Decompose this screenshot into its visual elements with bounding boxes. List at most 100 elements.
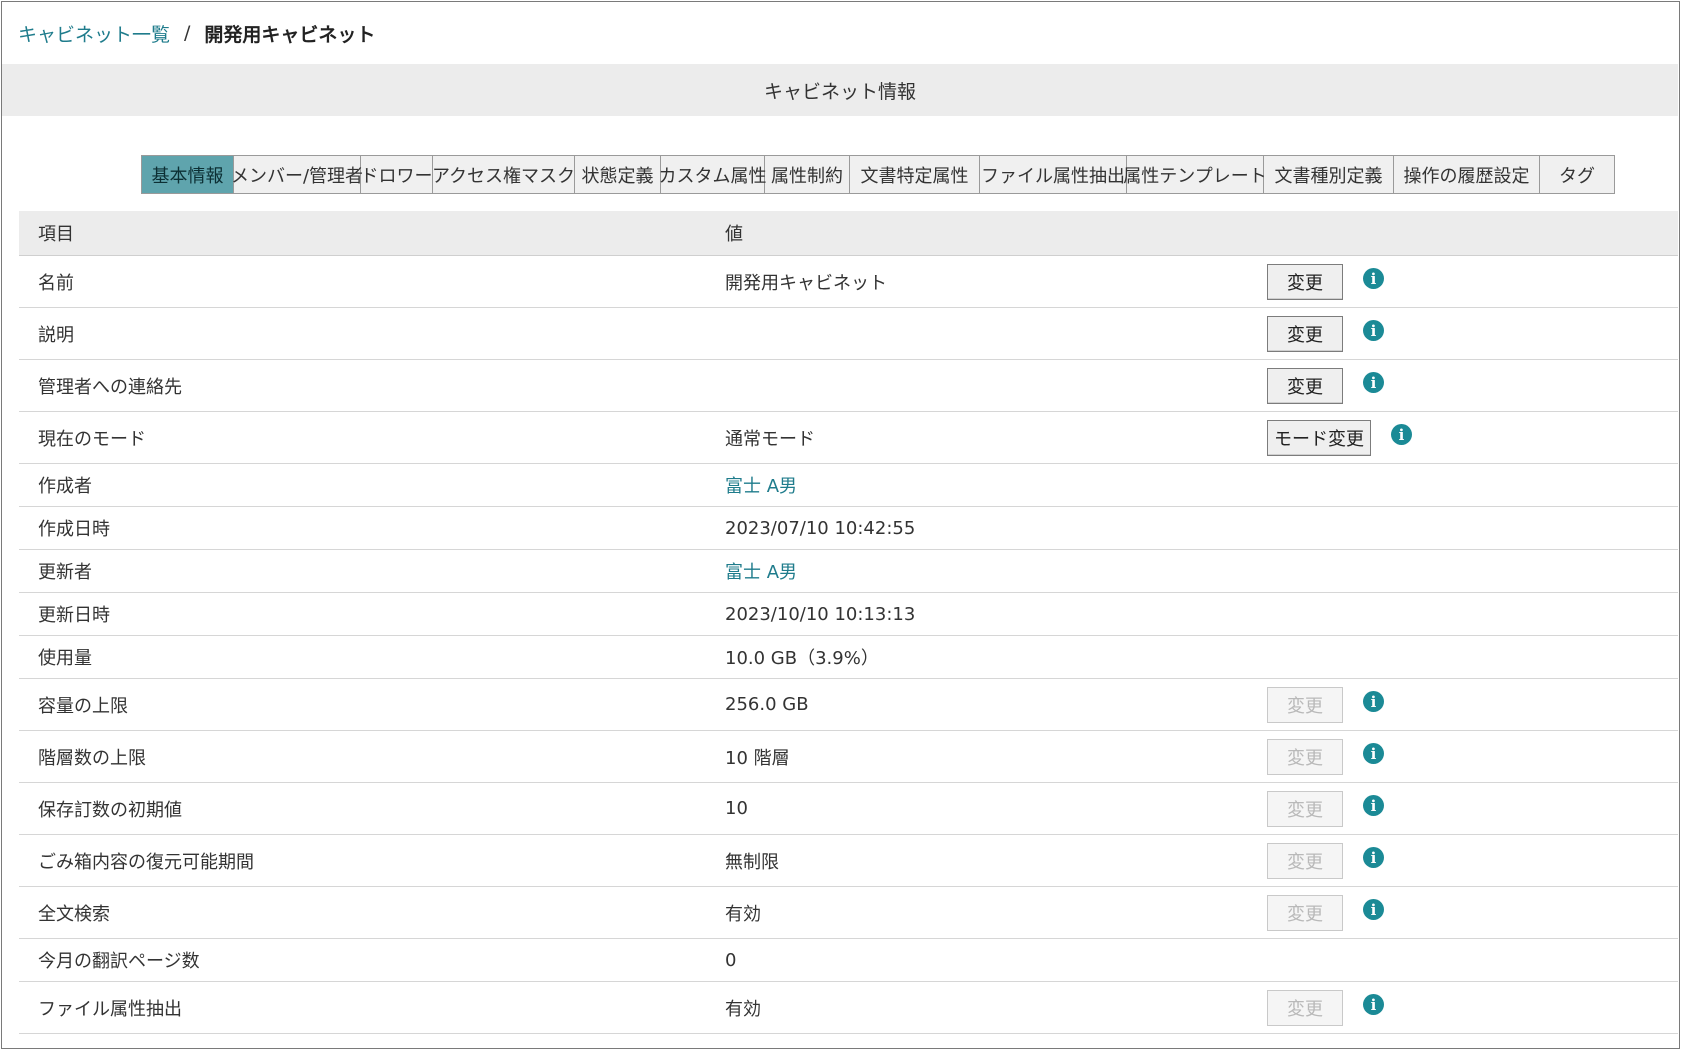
row-actions-cell: 変更 i <box>1267 307 1678 360</box>
tab-1[interactable]: 基本情報 <box>142 156 234 193</box>
info-icon[interactable]: i <box>1363 268 1384 289</box>
change-button: 変更 <box>1267 842 1343 879</box>
row-value-cell: 10 階層 <box>725 730 1267 783</box>
tab-6[interactable]: カスタム属性 <box>659 156 767 193</box>
table-row: 今月の翻訳ページ数 0 <box>19 938 1678 982</box>
change-button[interactable]: 変更 <box>1267 263 1343 300</box>
tab-3[interactable]: ドロワー <box>361 156 433 193</box>
row-actions-cell <box>1267 463 1678 507</box>
info-icon[interactable]: i <box>1363 994 1384 1015</box>
info-icon[interactable]: i <box>1363 691 1384 712</box>
table-row: 作成者 富士 A男 <box>19 463 1678 507</box>
change-button[interactable]: 変更 <box>1267 315 1343 352</box>
section-title-bar: キャビネット情報 <box>2 64 1678 116</box>
row-value-cell: 無制限 <box>725 834 1267 887</box>
row-value: 10 階層 <box>725 747 790 769</box>
row-item-label: 更新者 <box>19 549 725 593</box>
tab-7[interactable]: 属性制約 <box>765 156 850 193</box>
tab-2[interactable]: メンバー/管理者 <box>231 156 363 193</box>
table-row: 容量の上限 256.0 GB 変更 i <box>19 678 1678 731</box>
table-row: 管理者への連絡先 変更 i <box>19 359 1678 412</box>
change-button: 変更 <box>1267 894 1343 931</box>
table-row: 更新日時 2023/10/10 10:13:13 <box>19 592 1678 636</box>
info-icon[interactable]: i <box>1363 372 1384 393</box>
row-value: 有効 <box>725 903 761 925</box>
row-value: 2023/07/10 10:42:55 <box>725 517 916 539</box>
row-value: 無制限 <box>725 851 779 873</box>
row-value: 通常モード <box>725 428 815 450</box>
tab-11[interactable]: 文書種別定義 <box>1264 156 1394 193</box>
tab-5[interactable]: 状態定義 <box>575 156 661 193</box>
user-link[interactable]: 富士 A男 <box>725 476 797 497</box>
row-actions-cell <box>1267 592 1678 636</box>
tab-12[interactable]: 操作の履歴設定 <box>1394 156 1540 193</box>
breadcrumb-separator: / <box>184 22 191 44</box>
row-item-label: 管理者への連絡先 <box>19 359 725 412</box>
column-header-actions <box>1267 211 1678 256</box>
row-actions-cell: 変更 i <box>1267 359 1678 412</box>
row-item-label: ファイル属性抽出 <box>19 981 725 1034</box>
row-actions: 変更 i <box>1267 894 1678 931</box>
row-value-cell: 有効 <box>725 886 1267 939</box>
tab-13[interactable]: タグ <box>1540 156 1614 193</box>
cabinet-info-table: 項目 値 名前 開発用キャビネット 変更 i 説明 変更 i 管理者への連絡先 変更 i 現在のモー… <box>19 211 1678 1034</box>
tab-4[interactable]: アクセス権マスク <box>432 156 575 193</box>
row-value: 2023/10/10 10:13:13 <box>725 603 916 625</box>
tab-9[interactable]: ファイル属性抽出 <box>980 156 1127 193</box>
info-icon[interactable]: i <box>1363 847 1384 868</box>
user-link[interactable]: 富士 A男 <box>725 562 797 583</box>
row-item-label: 今月の翻訳ページ数 <box>19 938 725 982</box>
row-actions-cell: 変更 i <box>1267 782 1678 835</box>
change-button: 変更 <box>1267 686 1343 723</box>
row-actions: 変更 i <box>1267 367 1678 404</box>
info-icon[interactable]: i <box>1363 743 1384 764</box>
row-actions: 変更 i <box>1267 315 1678 352</box>
row-actions-cell: 変更 i <box>1267 730 1678 783</box>
row-value: 10 <box>725 798 748 819</box>
row-value: 10.0 GB（3.9%） <box>725 648 879 669</box>
breadcrumb: キャビネット一覧 / 開発用キャビネット <box>18 18 375 48</box>
tab-bar: 基本情報 メンバー/管理者 ドロワー アクセス権マスク 状態定義 カスタム属性 属性制約 文書… <box>141 155 1615 194</box>
change-button[interactable]: 変更 <box>1267 367 1343 404</box>
row-item-label: 使用量 <box>19 635 725 679</box>
row-value-cell <box>725 307 1267 360</box>
tab-8[interactable]: 文書特定属性 <box>850 156 980 193</box>
info-icon[interactable]: i <box>1391 424 1412 445</box>
row-value-cell: 2023/07/10 10:42:55 <box>725 506 1267 550</box>
change-mode-button[interactable]: モード変更 <box>1267 419 1371 456</box>
info-icon[interactable]: i <box>1363 899 1384 920</box>
row-item-label: 作成日時 <box>19 506 725 550</box>
row-item-label: ごみ箱内容の復元可能期間 <box>19 834 725 887</box>
table-row: 現在のモード 通常モード モード変更 i <box>19 411 1678 464</box>
row-actions: 変更 i <box>1267 738 1678 775</box>
row-actions-cell <box>1267 938 1678 982</box>
row-actions-cell <box>1267 549 1678 593</box>
tab-10[interactable]: 属性テンプレート <box>1123 156 1267 193</box>
row-actions-cell: 変更 i <box>1267 834 1678 887</box>
row-item-label: 名前 <box>19 255 725 308</box>
info-icon[interactable]: i <box>1363 320 1384 341</box>
table-row: 作成日時 2023/07/10 10:42:55 <box>19 506 1678 550</box>
row-actions: 変更 i <box>1267 686 1678 723</box>
row-actions: 変更 i <box>1267 989 1678 1026</box>
info-icon[interactable]: i <box>1363 795 1384 816</box>
row-value: 開発用キャビネット <box>725 272 887 294</box>
row-item-label: 階層数の上限 <box>19 730 725 783</box>
row-value-cell <box>725 359 1267 412</box>
row-value-cell: 通常モード <box>725 411 1267 464</box>
breadcrumb-cabinet-list-link[interactable]: キャビネット一覧 <box>18 20 170 47</box>
row-item-label: 更新日時 <box>19 592 725 636</box>
table-row: 更新者 富士 A男 <box>19 549 1678 593</box>
row-value-cell: 富士 A男 <box>725 549 1267 593</box>
table-row: 保存訂数の初期値 10 変更 i <box>19 782 1678 835</box>
row-value-cell: 有効 <box>725 981 1267 1034</box>
row-value-cell: 10 <box>725 782 1267 835</box>
row-actions-cell <box>1267 506 1678 550</box>
row-value-cell: 0 <box>725 938 1267 982</box>
row-actions-cell: 変更 i <box>1267 255 1678 308</box>
row-actions-cell <box>1267 635 1678 679</box>
row-actions: 変更 i <box>1267 263 1678 300</box>
row-actions-cell: 変更 i <box>1267 678 1678 731</box>
row-item-label: 現在のモード <box>19 411 725 464</box>
table-row: 名前 開発用キャビネット 変更 i <box>19 255 1678 308</box>
